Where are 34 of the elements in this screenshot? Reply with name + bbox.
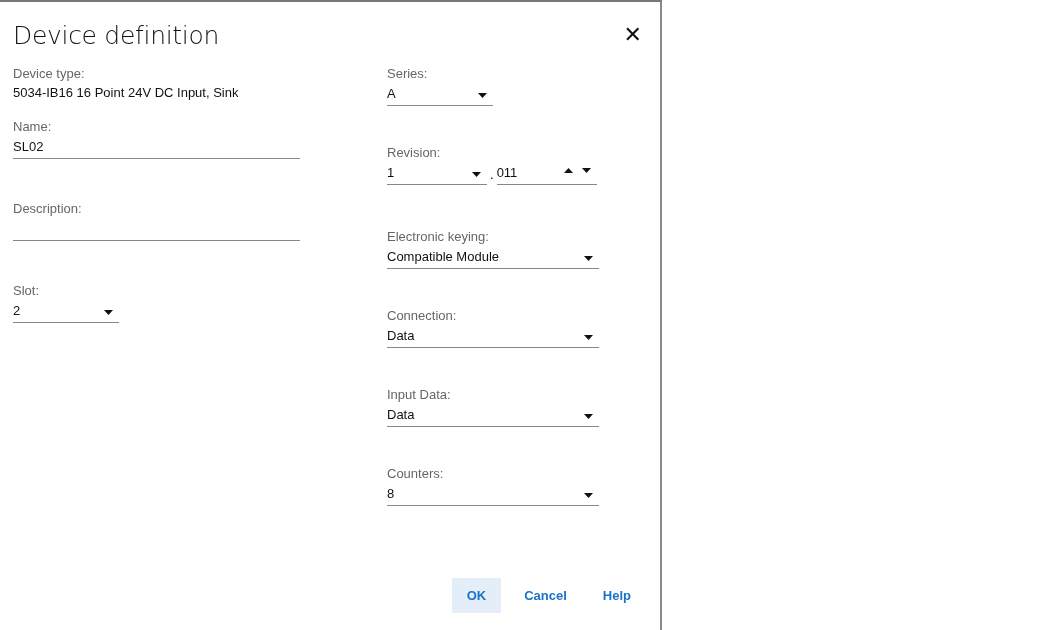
caret-icon bbox=[584, 255, 593, 261]
dropdown[interactable]: Data bbox=[387, 327, 599, 348]
dialog-button[interactable]: Help bbox=[589, 578, 644, 613]
dropdown[interactable]: 2 bbox=[13, 302, 119, 323]
field-label: Name: bbox=[13, 119, 53, 134]
field-label: Revision: bbox=[387, 145, 442, 160]
field-label: Electronic keying: bbox=[387, 229, 490, 244]
device-type-value: 5034-IB16 16 Point 24V DC Input, Sink bbox=[13, 85, 240, 100]
field-label: Description: bbox=[13, 201, 83, 216]
dropdown[interactable]: Data bbox=[387, 406, 599, 427]
caret-icon bbox=[584, 492, 593, 498]
caret-icon bbox=[104, 309, 113, 315]
field-label: Connection: bbox=[387, 308, 458, 323]
caret-icon bbox=[584, 413, 593, 419]
down-arrow-icon[interactable] bbox=[581, 167, 591, 173]
dropdown[interactable]: Compatible Module bbox=[387, 248, 599, 269]
field-label: Series: bbox=[387, 66, 429, 81]
field-label: Slot: bbox=[13, 283, 40, 298]
up-arrow-icon[interactable] bbox=[563, 167, 573, 173]
field-label: Input Data: bbox=[387, 387, 452, 402]
spin-box[interactable]: 011 bbox=[496, 164, 597, 185]
caret-icon bbox=[478, 92, 487, 98]
field-label: Device type: bbox=[13, 66, 86, 81]
dialog-button[interactable]: OK bbox=[451, 578, 502, 613]
field-label: Counters: bbox=[387, 466, 445, 481]
dropdown[interactable]: A bbox=[387, 85, 493, 106]
caret-icon bbox=[584, 334, 593, 340]
caret-icon bbox=[472, 171, 481, 177]
dropdown[interactable]: 1 bbox=[387, 164, 487, 185]
dialog-title: Device definition bbox=[13, 20, 220, 50]
dialog-button[interactable]: Cancel bbox=[511, 578, 580, 613]
dropdown[interactable]: 8 bbox=[387, 485, 599, 506]
close-button[interactable]: ✕ bbox=[623, 24, 642, 46]
separator-dot: . bbox=[490, 167, 494, 184]
